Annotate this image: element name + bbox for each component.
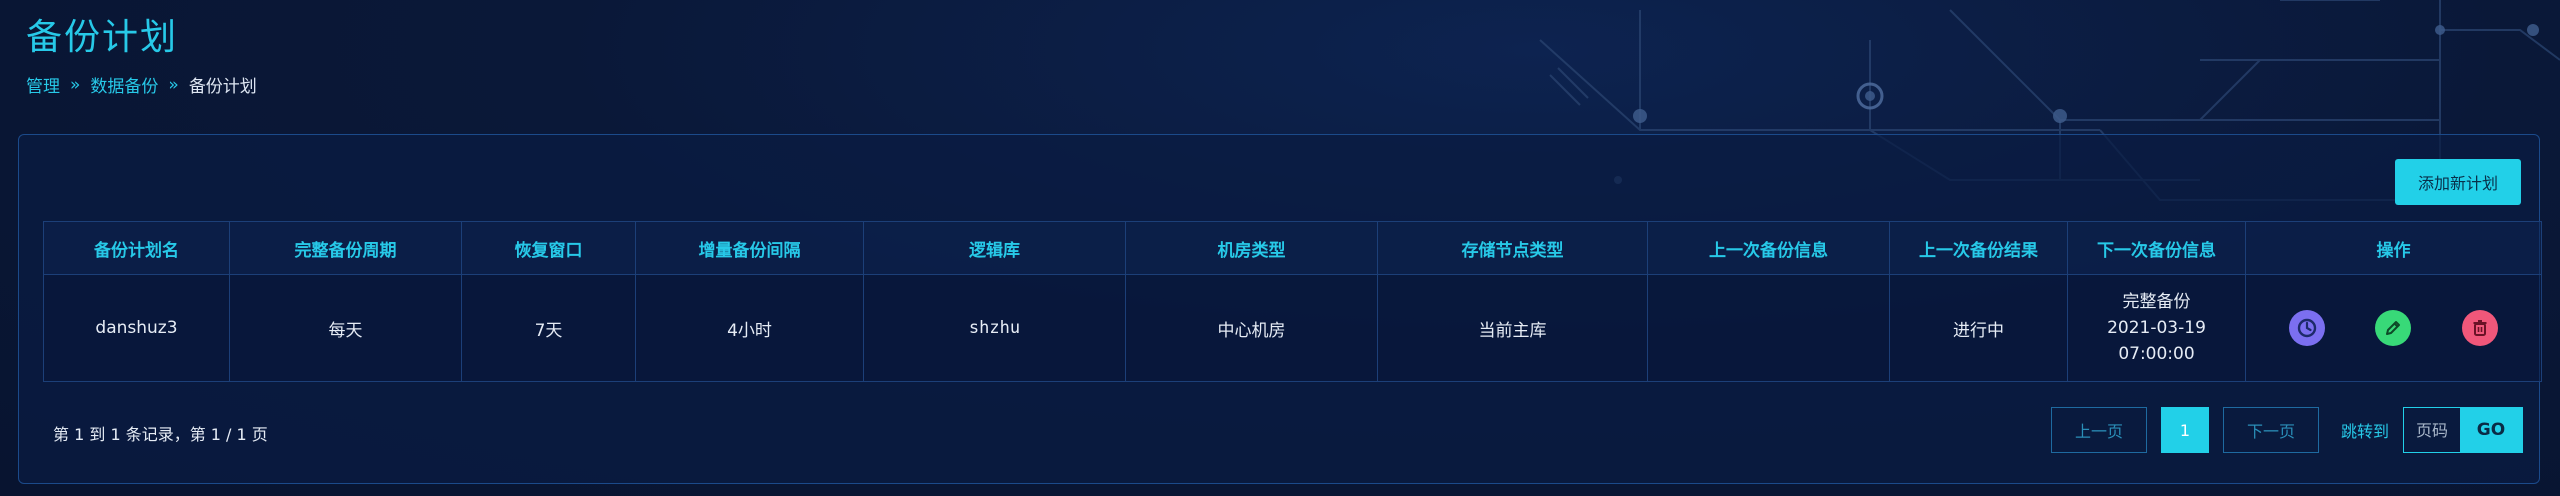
breadcrumb-separator: »	[70, 74, 81, 95]
go-button[interactable]: GO	[2460, 408, 2522, 452]
prev-page-button[interactable]: 上一页	[2050, 407, 2147, 453]
history-button[interactable]	[2289, 310, 2326, 346]
column-header-full-cycle[interactable]: 完整备份周期	[229, 221, 462, 275]
clock-icon	[2297, 318, 2317, 338]
column-header-plan-name[interactable]: 备份计划名	[43, 221, 230, 275]
record-summary: 第 1 到 1 条记录，第 1 / 1 页	[53, 425, 268, 444]
next-backup-date: 2021-03-19	[2107, 318, 2206, 338]
backup-plan-panel: 添加新计划 备份计划名 完整备份周期 恢复窗口 增量备份间隔 逻辑库 机房类型 …	[18, 134, 2542, 484]
column-header-last-result[interactable]: 上一次备份结果	[1889, 221, 2068, 275]
jump-label: 跳转到	[2340, 422, 2389, 441]
table-header-row: 备份计划名 完整备份周期 恢复窗口 增量备份间隔 逻辑库 机房类型 存储节点类型…	[43, 221, 2542, 275]
jump-box: GO	[2403, 407, 2523, 453]
next-backup-time: 07:00:00	[2118, 344, 2195, 364]
row-actions	[2246, 310, 2541, 346]
delete-button[interactable]	[2461, 310, 2498, 346]
backup-plan-table: 备份计划名 完整备份周期 恢复窗口 增量备份间隔 逻辑库 机房类型 存储节点类型…	[43, 221, 2542, 382]
next-page-button[interactable]: 下一页	[2222, 407, 2319, 453]
column-header-last-info[interactable]: 上一次备份信息	[1647, 221, 1890, 275]
cell-plan-name: danshuz3	[43, 274, 230, 382]
pagination: 上一页 1 下一页 跳转到 GO	[2050, 407, 2523, 453]
column-header-actions: 操作	[2245, 221, 2542, 275]
cell-recovery-window: 7天	[461, 274, 636, 382]
breadcrumb-separator: »	[168, 74, 179, 95]
cell-logic-db: shzhu	[863, 274, 1126, 382]
cell-full-cycle: 每天	[229, 274, 462, 382]
cell-room-type: 中心机房	[1125, 274, 1378, 382]
add-plan-button[interactable]: 添加新计划	[2395, 159, 2521, 205]
column-header-room-type[interactable]: 机房类型	[1125, 221, 1378, 275]
cell-last-info	[1647, 274, 1890, 382]
trash-icon	[2473, 320, 2487, 336]
next-backup-type: 完整备份	[2122, 292, 2191, 312]
pencil-icon	[2386, 321, 2401, 335]
page-title: 备份计划	[26, 17, 179, 58]
cell-incr-interval: 4小时	[635, 274, 864, 382]
column-header-recovery-window[interactable]: 恢复窗口	[461, 221, 636, 275]
edit-button[interactable]	[2375, 310, 2412, 346]
breadcrumb-link-data-backup[interactable]: 数据备份	[90, 72, 158, 97]
column-header-storage-type[interactable]: 存储节点类型	[1377, 221, 1648, 275]
column-header-next-info[interactable]: 下一次备份信息	[2067, 221, 2246, 275]
column-header-logic-db[interactable]: 逻辑库	[863, 221, 1126, 275]
cell-actions	[2245, 274, 2542, 382]
page-number-current[interactable]: 1	[2160, 407, 2209, 453]
breadcrumb: 管理 » 数据备份 » 备份计划	[26, 72, 257, 98]
cell-last-result: 进行中	[1889, 274, 2068, 382]
page-number-input[interactable]	[2404, 408, 2460, 452]
breadcrumb-current: 备份计划	[188, 77, 257, 97]
breadcrumb-link-manage[interactable]: 管理	[26, 72, 60, 97]
cell-next-info: 完整备份 2021-03-19 07:00:00	[2067, 274, 2246, 382]
cell-storage-type: 当前主库	[1377, 274, 1648, 382]
column-header-incr-interval[interactable]: 增量备份间隔	[635, 221, 864, 275]
table-row: danshuz3 每天 7天 4小时 shzhu 中心机房 当前主库 进行中 完…	[43, 274, 2542, 382]
